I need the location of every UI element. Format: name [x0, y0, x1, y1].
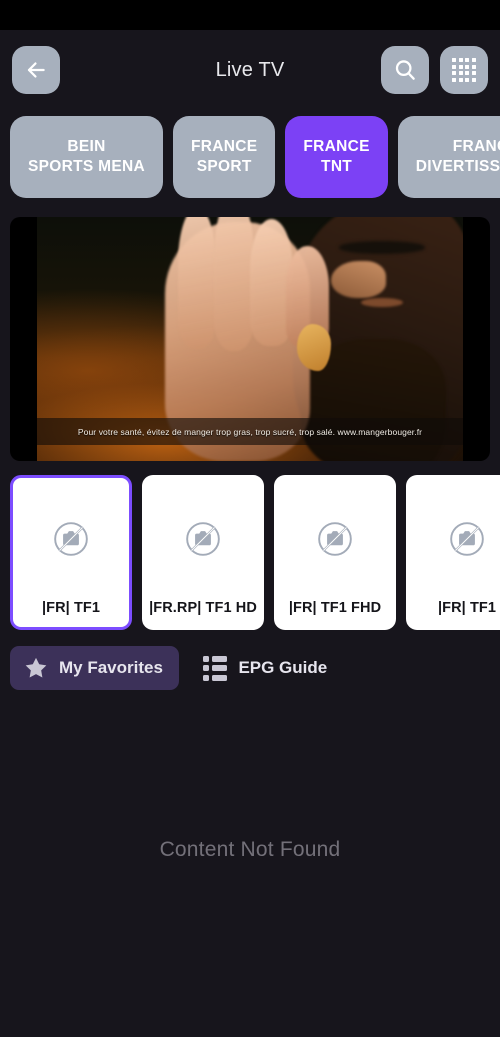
video-brow	[339, 241, 425, 254]
channel-label: |FR| TF1 FHD	[288, 600, 382, 616]
channel-thumbnail	[151, 478, 255, 600]
broken-image-icon	[318, 522, 352, 556]
channel-card-fr-tf1-partial[interactable]: |FR| TF1	[406, 475, 500, 630]
grid-view-button[interactable]	[440, 46, 488, 94]
category-pill-france-sport[interactable]: FRANCE SPORT	[172, 116, 276, 198]
category-label: FRANCE SPORT	[190, 137, 258, 175]
video-player[interactable]: Pour votre santé, évitez de manger trop …	[10, 217, 490, 461]
category-pill-france-tnt[interactable]: FRANCE TNT	[285, 116, 388, 198]
search-button[interactable]	[381, 46, 429, 94]
action-bar: My Favorites EPG Guide	[0, 630, 500, 690]
channel-label: |FR.RP| TF1 HD	[149, 600, 257, 616]
status-bar	[0, 0, 500, 30]
arrow-left-icon	[27, 62, 45, 78]
epg-guide-button[interactable]: EPG Guide	[193, 647, 337, 690]
category-label: BEIN SPORTS MENA	[28, 137, 145, 175]
video-nose	[330, 260, 387, 298]
health-disclaimer-text: Pour votre santé, évitez de manger trop …	[77, 427, 423, 437]
video-finger	[213, 217, 255, 352]
video-frame: Pour votre santé, évitez de manger trop …	[37, 217, 463, 461]
grid-icon	[452, 58, 476, 82]
broken-image-icon	[450, 522, 484, 556]
search-icon	[395, 60, 415, 80]
channel-card-fr-tf1[interactable]: |FR| TF1	[10, 475, 132, 630]
category-label: FRANCE TNT	[303, 137, 370, 175]
health-disclaimer-band: Pour votre santé, évitez de manger trop …	[37, 418, 463, 445]
category-pill-bein-sports-mena[interactable]: BEIN SPORTS MENA	[10, 116, 163, 198]
list-icon	[202, 655, 228, 681]
channel-label: |FR| TF1	[41, 600, 101, 616]
my-favorites-button[interactable]: My Favorites	[10, 646, 179, 690]
channel-thumbnail	[415, 478, 500, 600]
channel-label: |FR| TF1	[437, 600, 497, 616]
channel-thumbnail	[283, 478, 387, 600]
channel-card-fr-rp-tf1-hd[interactable]: |FR.RP| TF1 HD	[142, 475, 264, 630]
channel-card-fr-tf1-fhd[interactable]: |FR| TF1 FHD	[274, 475, 396, 630]
category-strip[interactable]: BEIN SPORTS MENA FRANCE SPORT FRANCE TNT FR…	[0, 110, 500, 198]
empty-state-message: Content Not Found	[159, 838, 341, 861]
category-pill-france-divertissement[interactable]: FRANCEDIVERTISSEMENT	[397, 116, 500, 198]
back-button[interactable]	[12, 46, 60, 94]
category-label: FRANCEDIVERTISSEMENT	[415, 137, 500, 175]
epg-guide-label: EPG Guide	[238, 658, 328, 677]
video-finger	[177, 217, 216, 349]
star-icon	[25, 657, 47, 678]
my-favorites-label: My Favorites	[59, 658, 163, 677]
video-food-crumb	[296, 324, 331, 371]
app-header: Live TV	[0, 30, 500, 110]
header-actions	[381, 46, 488, 94]
broken-image-icon	[186, 522, 220, 556]
channel-card-strip[interactable]: |FR| TF1 |FR.RP| TF1 HD |FR| TF1 FHD |FR…	[0, 461, 500, 630]
broken-image-icon	[54, 522, 88, 556]
channel-thumbnail	[19, 478, 123, 600]
